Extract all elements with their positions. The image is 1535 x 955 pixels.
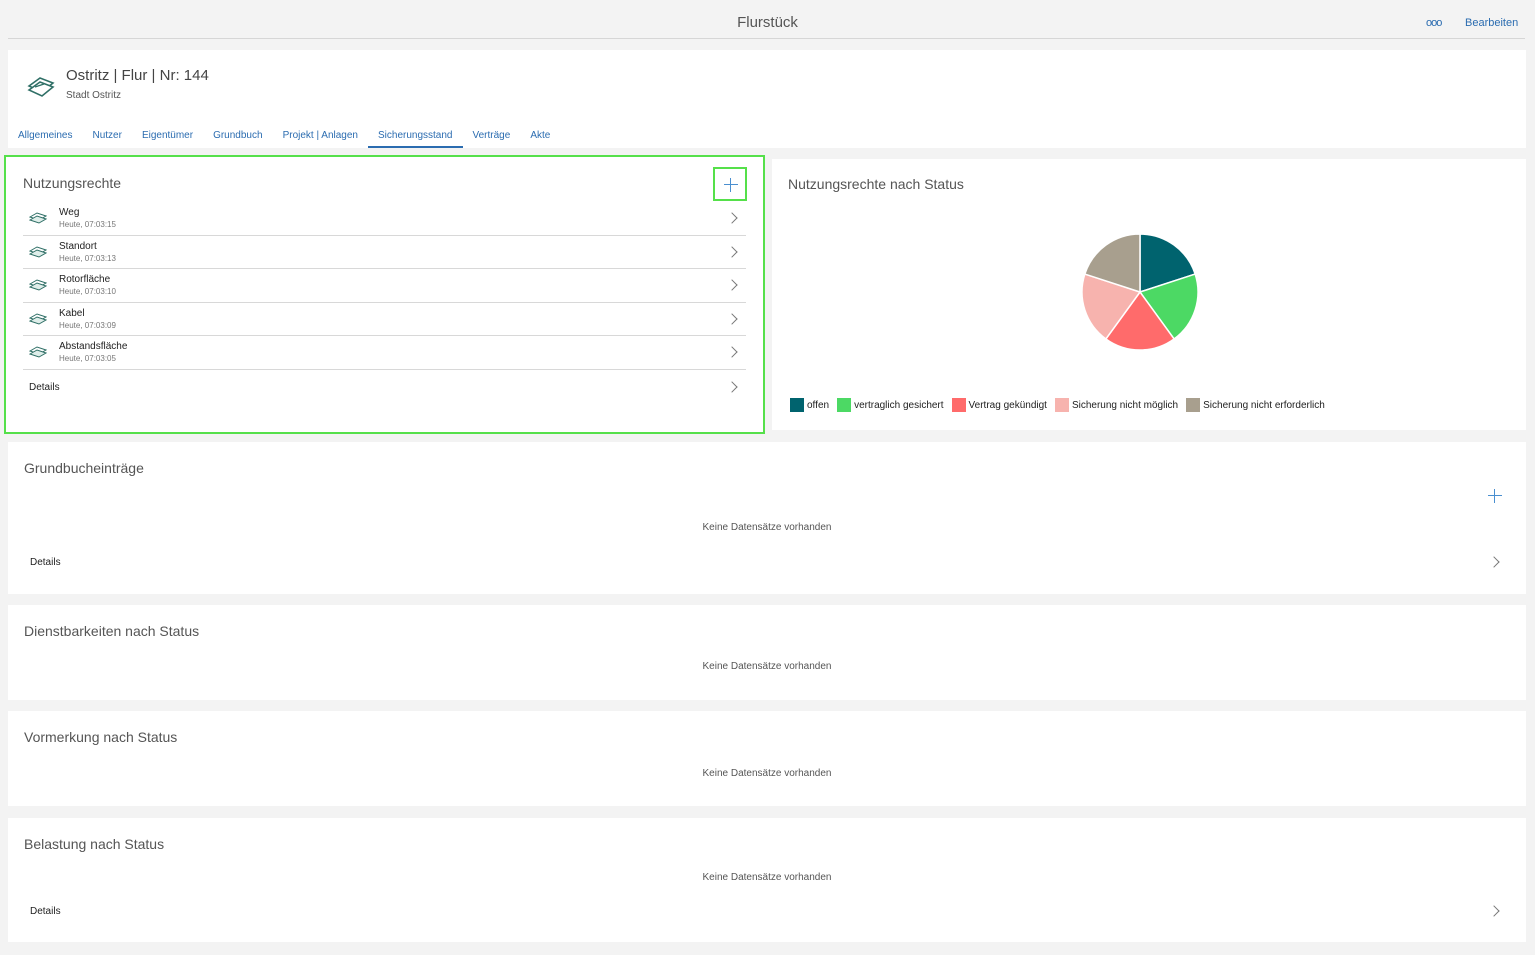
list-item[interactable]: Abstandsfläche Heute, 07:03:05 (23, 336, 746, 370)
chevron-right-icon (726, 346, 738, 358)
dienstbarkeiten-title: Dienstbarkeiten nach Status (24, 623, 200, 639)
chevron-right-icon (726, 279, 738, 291)
chevron-right-icon (726, 212, 738, 224)
legend-label: offen (807, 399, 830, 411)
legend-item[interactable]: vertraglich gesichert (837, 398, 944, 412)
legend-item[interactable]: Vertrag gekündigt (951, 398, 1047, 412)
legend-label: Sicherung nicht erforderlich (1203, 399, 1325, 411)
empty-message: Keine Datensätze vorhanden (702, 768, 832, 779)
parcel-header: Ostritz | Flur | Nr: 144 Stadt Ostritz A… (8, 50, 1526, 148)
parcel-icon (29, 212, 47, 224)
add-grundbucheintrag-button[interactable] (1486, 487, 1504, 505)
add-nutzungsrecht-button[interactable] (713, 167, 747, 201)
legend-swatch (837, 398, 852, 412)
vormerkung-title: Vormerkung nach Status (24, 729, 178, 745)
tab-nutzer[interactable]: Nutzer (82, 124, 131, 148)
empty-message: Keine Datensätze vorhanden (702, 661, 832, 672)
top-bar: Flurstück ooo Bearbeiten (0, 0, 1535, 40)
item-name: Abstandsfläche (59, 341, 128, 352)
plus-icon (724, 184, 738, 185)
tab-sicherungsstand[interactable]: Sicherungsstand (368, 124, 463, 148)
details-label: Details (30, 557, 61, 568)
chevron-right-icon (726, 312, 738, 325)
tab-grundbuch[interactable]: Grundbuch (203, 124, 272, 148)
nutzungsrechte-list: Weg Heute, 07:03:15 Standort Heute, 07:0… (23, 202, 746, 404)
parcel-icon (29, 245, 47, 258)
item-timestamp: Heute, 07:03:05 (59, 354, 116, 363)
parcel-icon (29, 279, 47, 291)
parcel-icon (29, 346, 47, 358)
belastung-card: Belastung nach Status Keine Datensätze v… (8, 818, 1526, 942)
legend-item[interactable]: Sicherung nicht erforderlich (1186, 398, 1325, 412)
item-name: Kabel (59, 307, 85, 319)
legend-swatch (790, 398, 804, 412)
item-name: Rotorfläche (59, 274, 111, 285)
parcel-title: Ostritz | Flur | Nr: 144 (66, 67, 209, 84)
tab-vertraege[interactable]: Verträge (463, 124, 521, 148)
item-timestamp: Heute, 07:03:09 (59, 320, 116, 330)
tab-akte[interactable]: Akte (520, 124, 560, 148)
chevron-right-icon (1488, 905, 1500, 917)
chevron-right-icon (726, 380, 738, 393)
more-options-button[interactable]: ooo (1426, 17, 1442, 29)
chevron-right-icon (726, 245, 738, 258)
list-item[interactable]: Standort Heute, 07:03:13 (23, 236, 746, 269)
legend-item[interactable]: offen (790, 398, 829, 412)
legend-label: Vertrag gekündigt (968, 399, 1047, 411)
chevron-right-icon (1488, 556, 1500, 568)
legend-label: vertraglich gesichert (854, 399, 944, 411)
tab-allgemeines[interactable]: Allgemeines (8, 124, 82, 148)
list-item[interactable]: Rotorfläche Heute, 07:03:10 (23, 269, 746, 303)
tab-projekt-anlagen[interactable]: Projekt | Anlagen (273, 124, 368, 148)
tab-bar: Allgemeines Nutzer Eigentümer Grundbuch … (8, 124, 560, 148)
edit-button[interactable]: Bearbeiten (1465, 17, 1518, 29)
parcel-icon (27, 77, 55, 97)
grundbuch-title: Grundbucheinträge (24, 460, 144, 476)
empty-message: Keine Datensätze vorhanden (702, 872, 832, 883)
nutzungsrechte-title: Nutzungsrechte (23, 175, 122, 191)
belastung-details-link[interactable]: Details (24, 894, 1508, 928)
empty-message: Keine Datensätze vorhanden (702, 522, 832, 533)
item-name: Weg (59, 207, 80, 218)
parcel-icon (29, 312, 47, 325)
tab-eigentuemer[interactable]: Eigentümer (132, 124, 203, 148)
pie-chart (1082, 234, 1199, 351)
top-divider (8, 38, 1525, 39)
legend-item[interactable]: Sicherung nicht möglich (1054, 398, 1179, 412)
item-timestamp: Heute, 07:03:15 (59, 220, 116, 229)
chart-title: Nutzungsrechte nach Status (788, 176, 964, 192)
page-title: Flurstück (737, 14, 798, 31)
parcel-subtitle: Stadt Ostritz (66, 90, 122, 101)
nutzungsrechte-card: Nutzungsrechte Weg Heute, 07:03:15 Stand… (4, 155, 765, 434)
details-label: Details (30, 906, 61, 917)
belastung-title: Belastung nach Status (24, 836, 165, 852)
legend-label: Sicherung nicht möglich (1071, 399, 1179, 411)
item-timestamp: Heute, 07:03:13 (59, 253, 116, 263)
list-item[interactable]: Kabel Heute, 07:03:09 (23, 303, 746, 336)
item-timestamp: Heute, 07:03:10 (59, 287, 116, 296)
legend-swatch (1054, 398, 1069, 412)
vormerkung-card: Vormerkung nach Status Keine Datensätze … (8, 711, 1526, 806)
legend-swatch (1186, 398, 1201, 412)
details-label: Details (29, 381, 60, 393)
nutzungsrechte-details-link[interactable]: Details (23, 370, 746, 404)
list-item[interactable]: Weg Heute, 07:03:15 (23, 202, 746, 236)
legend-swatch (951, 398, 966, 412)
dienstbarkeiten-card: Dienstbarkeiten nach Status Keine Datens… (8, 605, 1526, 700)
grundbuch-details-link[interactable]: Details (24, 545, 1508, 579)
plus-icon (1488, 495, 1502, 496)
status-chart-card: Nutzungsrechte nach Status offen vertragl… (772, 159, 1526, 430)
grundbuch-card: Grundbucheinträge Keine Datensätze vorha… (8, 442, 1526, 594)
item-name: Standort (59, 240, 97, 252)
chart-legend: offen vertraglich gesichert Vertrag gekünd… (790, 398, 1333, 412)
